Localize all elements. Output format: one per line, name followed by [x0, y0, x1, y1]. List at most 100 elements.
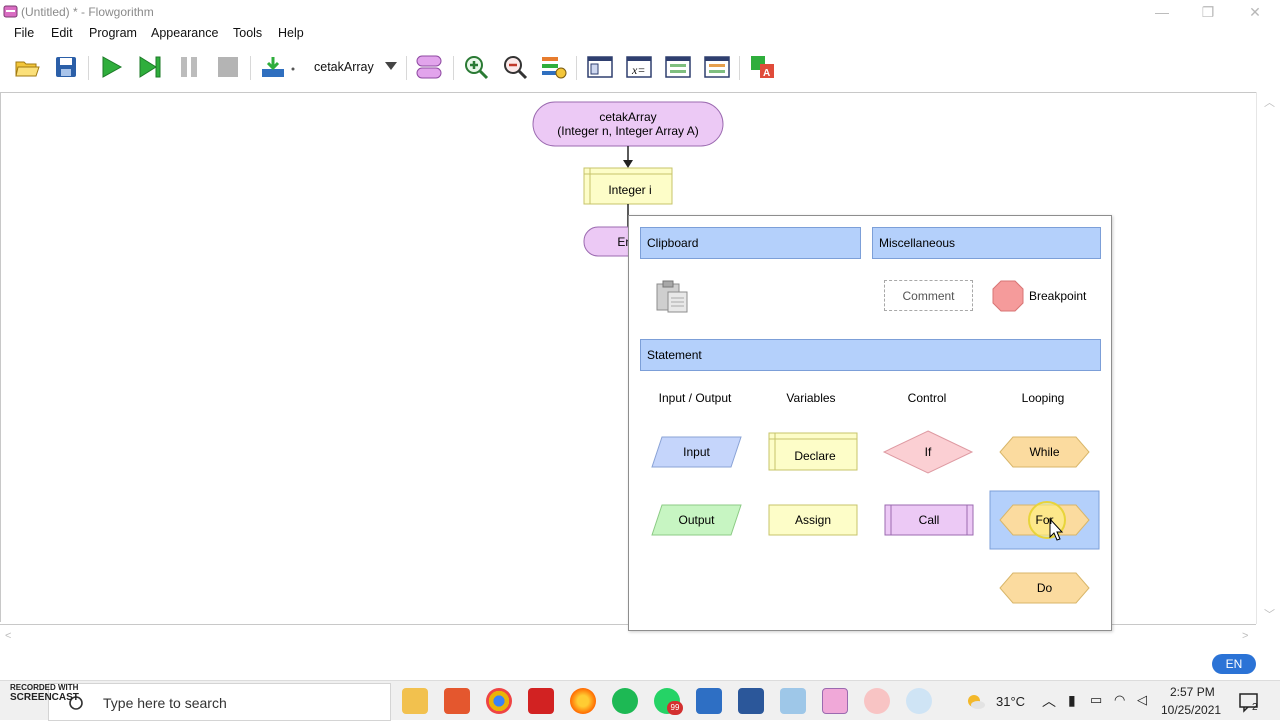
source-code-button[interactable]: [663, 52, 693, 82]
step-button[interactable]: [135, 52, 165, 82]
toolbar-separator: [576, 56, 577, 80]
input-shape[interactable]: [651, 436, 742, 468]
if-shape[interactable]: [882, 430, 974, 474]
chart-style-icon: [542, 57, 567, 79]
save-button[interactable]: [51, 52, 81, 82]
variables-button[interactable]: x=: [624, 52, 654, 82]
wifi-icon[interactable]: ◠: [1114, 692, 1125, 708]
while-shape[interactable]: [999, 436, 1090, 468]
whatsapp-badge: 99: [667, 701, 683, 715]
menu-file[interactable]: File: [14, 26, 34, 40]
flowgorithm-taskbar-icon[interactable]: [822, 688, 848, 714]
function-selector[interactable]: cetakArray: [314, 60, 374, 74]
spotify-icon[interactable]: [612, 688, 638, 714]
console-button[interactable]: [585, 52, 615, 82]
clock-time[interactable]: 2:57 PM: [1170, 685, 1215, 699]
insert-shape-popup: Clipboard Miscellaneous Comment Breakpoi…: [628, 215, 1112, 631]
notification-count: 2: [1252, 702, 1258, 713]
language-badge[interactable]: EN: [1212, 654, 1256, 674]
battery-icon[interactable]: ▭: [1090, 692, 1102, 708]
layout-button[interactable]: [414, 52, 444, 82]
zoom-in-icon: [465, 56, 489, 80]
taskbar-search-box[interactable]: Type here to search: [48, 683, 391, 721]
tray-overflow-icon[interactable]: ︿: [1042, 691, 1056, 711]
taskbar-search-placeholder: Type here to search: [103, 695, 227, 711]
firefox-icon[interactable]: [570, 688, 596, 714]
scroll-up-icon[interactable]: ︿: [1264, 94, 1275, 110]
device-icon[interactable]: ▮: [1068, 692, 1076, 709]
console-icon: [587, 56, 613, 78]
volume-icon[interactable]: ◁: [1137, 692, 1147, 708]
word-icon[interactable]: [738, 688, 764, 714]
recorder-watermark: RECORDED WITH SCREENCAST: [10, 683, 79, 703]
step-icon: [139, 56, 161, 78]
scroll-down-icon[interactable]: ﹀: [1264, 606, 1275, 622]
translate-icon: A: [751, 56, 774, 79]
flowgorithm-app-icon: [3, 5, 18, 18]
stop-icon: [218, 57, 238, 77]
statement-shapes: [651, 430, 1100, 604]
file-explorer-icon[interactable]: [402, 688, 428, 714]
acrobat-icon[interactable]: [528, 688, 554, 714]
run-icon: [102, 56, 123, 78]
variables-icon: x=: [626, 56, 652, 78]
run-button[interactable]: [96, 52, 126, 82]
declare-node-label: Integer i: [608, 183, 652, 197]
zoom-out-button[interactable]: [500, 52, 530, 82]
toolbar-separator: [406, 56, 407, 80]
window-title: (Untitled) * - Flowgorithm: [21, 5, 154, 19]
toolbar-separator: [88, 56, 89, 80]
stop-button[interactable]: [213, 52, 243, 82]
assign-shape[interactable]: [768, 504, 858, 536]
chart-style-button[interactable]: [539, 52, 569, 82]
scroll-right-icon[interactable]: >: [1242, 630, 1248, 642]
title-bar: (Untitled) * - Flowgorithm — ❐ ✕: [0, 0, 1280, 24]
do-shape[interactable]: [999, 572, 1090, 604]
open-icon: [15, 61, 40, 77]
chart-view-icon: [704, 56, 730, 78]
weather-temperature[interactable]: 31°C: [996, 694, 1025, 709]
speed-icon: [262, 57, 295, 77]
minimize-button[interactable]: —: [1152, 3, 1172, 21]
zoom-out-icon: [504, 56, 528, 80]
start-node-params: (Integer n, Integer Array A): [557, 124, 699, 138]
weather-icon: [968, 695, 985, 709]
menu-appearance[interactable]: Appearance: [151, 26, 218, 40]
menu-tools[interactable]: Tools: [233, 26, 262, 40]
start-node-name: cetakArray: [599, 110, 657, 124]
source-code-icon: [665, 56, 691, 78]
recorder-icon[interactable]: [906, 688, 932, 714]
vertical-scrollbar[interactable]: ︿ ﹀: [1256, 92, 1280, 624]
office-icon[interactable]: [444, 688, 470, 714]
snipping-tool-icon[interactable]: [864, 688, 890, 714]
menu-bar: File Edit Program Appearance Tools Help: [0, 24, 1280, 44]
menu-program[interactable]: Program: [89, 26, 137, 40]
svg-text:A: A: [763, 68, 770, 79]
toolbar-separator: [250, 56, 251, 80]
photos-icon[interactable]: [696, 688, 722, 714]
watermark-line-1: RECORDED WITH: [10, 683, 79, 692]
watermark-line-2: SCREENCAST: [10, 692, 79, 703]
call-shape[interactable]: [884, 504, 974, 536]
toolbar: cetakArray x= A: [0, 48, 1280, 88]
close-button[interactable]: ✕: [1245, 3, 1265, 21]
chart-view-button[interactable]: [702, 52, 732, 82]
pause-icon: [181, 57, 197, 77]
chrome-icon[interactable]: [486, 688, 512, 714]
clock-date[interactable]: 10/25/2021: [1161, 703, 1221, 717]
speed-button[interactable]: [258, 52, 298, 82]
tablet-app-icon[interactable]: [780, 688, 806, 714]
layout-icon: [416, 55, 442, 79]
menu-edit[interactable]: Edit: [51, 26, 73, 40]
function-dropdown-icon[interactable]: [384, 61, 398, 71]
menu-help[interactable]: Help: [278, 26, 304, 40]
save-icon: [56, 57, 76, 77]
scroll-left-icon[interactable]: <: [5, 630, 11, 642]
restore-button[interactable]: ❐: [1198, 3, 1218, 21]
output-shape[interactable]: [651, 504, 742, 536]
pause-button[interactable]: [174, 52, 204, 82]
taskbar: Type here to search 99 31°C ︿ ▮ ▭ ◠ ◁ 2:…: [0, 680, 1280, 721]
open-button[interactable]: [12, 52, 42, 82]
zoom-in-button[interactable]: [461, 52, 491, 82]
translate-button[interactable]: A: [748, 52, 778, 82]
